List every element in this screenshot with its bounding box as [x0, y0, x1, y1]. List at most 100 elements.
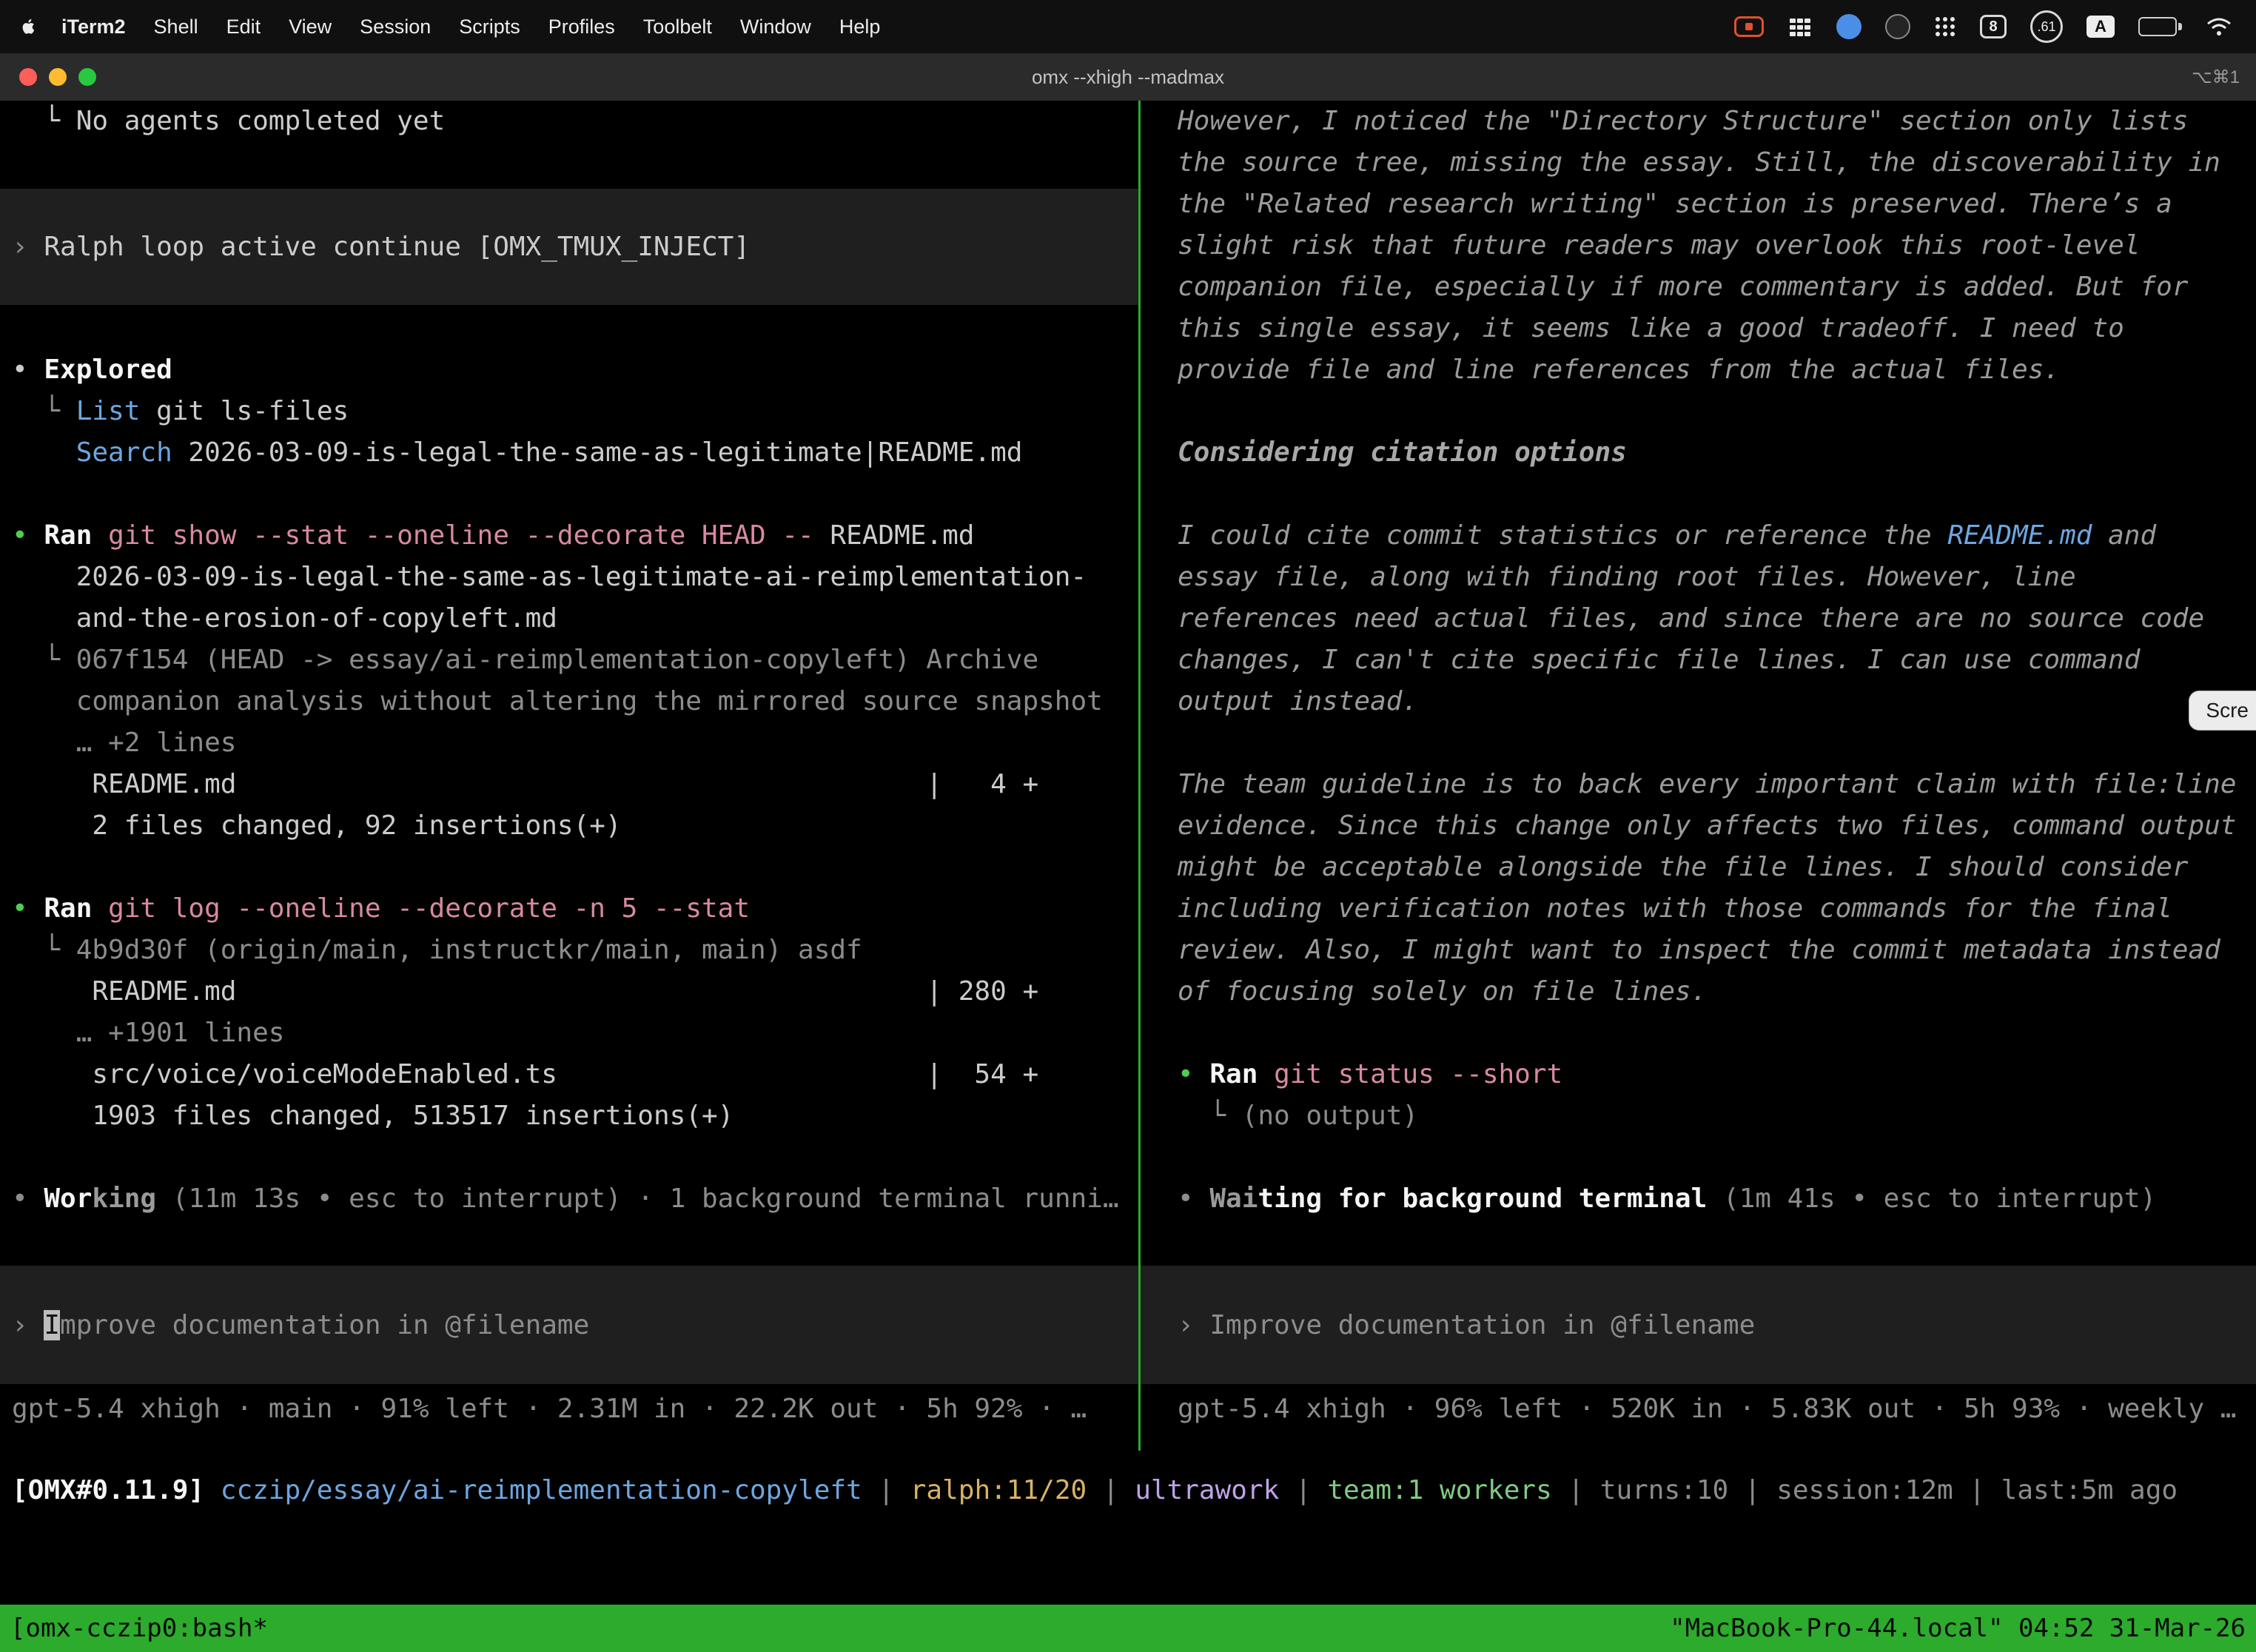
text-segment: this single essay, it seems like a good …: [1178, 313, 2124, 343]
text-segment: changes, I can't cite specific file line…: [1178, 645, 2140, 675]
screen-overlay-pill[interactable]: Scre: [2189, 691, 2256, 731]
text-segment: references need actual files, and since …: [1178, 603, 2204, 634]
menu-iterm2[interactable]: iTerm2: [47, 16, 140, 38]
terminal-line: companion analysis without altering the …: [0, 681, 1138, 722]
keycap-8-icon[interactable]: 8: [1980, 15, 2007, 38]
blank-line: [1141, 474, 2256, 515]
inject-banner: › Ralph loop active continue [OMX_TMUX_I…: [0, 189, 1138, 305]
text-segment: List: [76, 396, 141, 426]
terminal-line: slight risk that future readers may over…: [1141, 225, 2256, 266]
text-segment: Ran: [1209, 1059, 1274, 1089]
zoom-window-button[interactable]: [78, 68, 96, 86]
text-segment: ›: [1178, 1310, 1209, 1340]
menu-bar-status-items: 8 .61 A: [1734, 10, 2237, 43]
text-segment: ultrawork: [1135, 1475, 1279, 1505]
tmux-session-info[interactable]: [omx-cczip0:bash*: [10, 1614, 268, 1643]
menu-scripts[interactable]: Scripts: [445, 16, 534, 38]
text-segment: the source tree, missing the essay. Stil…: [1178, 147, 2220, 178]
close-window-button[interactable]: [19, 68, 37, 86]
dark-app-menu-icon[interactable]: [1885, 14, 1910, 39]
text-segment: README.md | 4 +: [12, 769, 1038, 799]
text-segment: of focusing solely on file lines.: [1178, 976, 1707, 1007]
screen-recording-indicator-icon[interactable]: [1734, 16, 1764, 37]
terminal-line: 1903 files changed, 513517 insertions(+): [0, 1095, 1138, 1137]
text-segment: I: [44, 1310, 60, 1340]
text-segment: companion file, especially if more comme…: [1178, 272, 2188, 302]
text-segment: •: [1178, 1059, 1209, 1089]
battery-icon[interactable]: [2138, 17, 2182, 36]
input-source-icon[interactable]: A: [2087, 16, 2115, 38]
text-segment: gpt-5.4 xhigh · main · 91% left · 2.31M …: [12, 1394, 1087, 1424]
text-segment: king: [92, 1183, 156, 1214]
terminal-line: review. Also, I might want to inspect th…: [1141, 930, 2256, 971]
menu-view[interactable]: View: [275, 16, 346, 38]
terminal-line: companion file, especially if more comme…: [1141, 266, 2256, 308]
window-title-bar[interactable]: omx --xhigh --madmax ⌥⌘1: [0, 53, 2256, 101]
text-segment: The team guideline is to back every impo…: [1178, 769, 2236, 799]
dots-grid-icon[interactable]: [1934, 16, 1956, 38]
waiting-status-line: • Waiting for background terminal (1m 41…: [1141, 1178, 2256, 1220]
terminal-line: └ 4b9d30f (origin/main, instructkr/main,…: [0, 930, 1138, 971]
terminal-line: including verification notes with those …: [1141, 888, 2256, 930]
menu-edit[interactable]: Edit: [212, 16, 275, 38]
text-segment: … +2 lines: [12, 728, 236, 758]
menu-help[interactable]: Help: [825, 16, 895, 38]
traffic-lights: [0, 68, 96, 86]
blue-app-menu-icon[interactable]: [1836, 14, 1861, 39]
text-segment: slight risk that future readers may over…: [1178, 230, 2140, 261]
terminal-line: 2026-03-09-is-legal-the-same-as-legitima…: [0, 557, 1138, 598]
blank-line: [1141, 1137, 2256, 1178]
terminal-line: references need actual files, and since …: [1141, 598, 2256, 639]
terminal-line: of focusing solely on file lines.: [1141, 971, 2256, 1013]
menu-toolbelt[interactable]: Toolbelt: [629, 16, 726, 38]
text-segment: Wor: [44, 1183, 92, 1214]
menu-window[interactable]: Window: [726, 16, 825, 38]
ran-git-show-line: • Ran git show --stat --oneline --decora…: [0, 515, 1138, 557]
text-segment: README.md: [1947, 520, 2092, 551]
terminal-line: might be acceptable alongside the file l…: [1141, 847, 2256, 888]
menu-profiles[interactable]: Profiles: [534, 16, 629, 38]
ran-git-status-line: • Ran git status --short: [1141, 1054, 2256, 1095]
text-segment: Considering citation options: [1178, 437, 1627, 468]
text-segment: Ran: [44, 520, 108, 551]
text-segment: mprove documentation in @filename: [60, 1310, 589, 1340]
text-segment: |: [862, 1475, 910, 1505]
terminal-line: └ No agents completed yet: [0, 101, 1138, 142]
bento-grid-icon[interactable]: [1787, 16, 1813, 38]
text-segment: Ralph loop active continue [OMX_TMUX_INJ…: [44, 232, 750, 262]
text-segment: README.md | 280 +: [12, 976, 1038, 1007]
terminal-line: The team guideline is to back every impo…: [1141, 764, 2256, 805]
left-terminal-pane[interactable]: └ No agents completed yet › Ralph loop ac…: [0, 101, 1138, 1430]
wifi-icon[interactable]: [2206, 16, 2232, 37]
prompt-input[interactable]: › Improve documentation in @filename: [0, 1266, 1138, 1384]
blank-line: [1141, 1013, 2256, 1054]
menu-session[interactable]: Session: [346, 16, 445, 38]
terminal-line: the "Related research writing" section i…: [1141, 184, 2256, 225]
apple-menu-icon[interactable]: [19, 17, 38, 36]
text-segment: might be acceptable alongside the file l…: [1178, 852, 2188, 882]
menu-shell[interactable]: Shell: [140, 16, 212, 38]
terminal-line: └ List git ls-files: [0, 391, 1138, 432]
right-terminal-pane[interactable]: However, I noticed the "Directory Struct…: [1141, 101, 2256, 1430]
text-segment: output instead.: [1178, 686, 1418, 716]
text-segment: 2026-03-09-is-legal-the-same-as-legitima…: [172, 437, 1023, 468]
pane-status-line: gpt-5.4 xhigh · main · 91% left · 2.31M …: [0, 1389, 1138, 1430]
terminal-line: src/voice/voiceModeEnabled.ts | 54 +: [0, 1054, 1138, 1095]
prompt-input[interactable]: › Improve documentation in @filename: [1141, 1266, 2256, 1384]
terminal-line: └ (no output): [1141, 1095, 2256, 1137]
terminal-area: └ No agents completed yet › Ralph loop ac…: [0, 101, 2256, 1652]
text-segment: └: [1178, 1101, 1242, 1131]
text-segment: essay file, along with finding root file…: [1178, 562, 2076, 592]
text-segment: I could cite commit statistics or refere…: [1178, 520, 1947, 551]
spacer: [0, 305, 1138, 349]
text-segment: 1903 files changed, 513517 insertions(+): [12, 1101, 733, 1131]
text-segment: 2026-03-09-is-legal-the-same-as-legitima…: [12, 562, 1087, 592]
gauge-badge-icon[interactable]: .61: [2030, 10, 2063, 43]
text-segment: git ls-files: [140, 396, 349, 426]
blank-line: [1141, 722, 2256, 764]
terminal-line: the source tree, missing the essay. Stil…: [1141, 142, 2256, 184]
minimize-window-button[interactable]: [49, 68, 67, 86]
text-segment: |: [1279, 1475, 1327, 1505]
text-segment: evidence. Since this change only affects…: [1178, 810, 2236, 841]
text-segment: Wai: [1209, 1183, 1258, 1214]
